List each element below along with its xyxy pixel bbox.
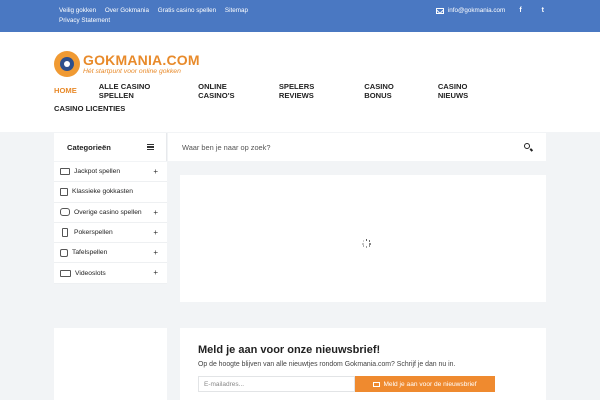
nav-item-casino-licenties[interactable]: CASINO LICENTIES <box>54 104 125 113</box>
sidebar-item-label: Tafelspellen <box>72 249 108 257</box>
sidebar-item-videoslots[interactable]: Videoslots + <box>54 263 167 284</box>
sidebar-item-label: Jackpot spellen <box>74 168 121 176</box>
nav-item-casino-bonus[interactable]: CASINO BONUS <box>364 82 416 100</box>
sidebar-item-label: Pokerspellen <box>74 229 113 237</box>
site-header: GOKMANIA.COM Hét startpunt voor online g… <box>0 32 600 132</box>
sidebar-item-klassieke-gokkasten[interactable]: Klassieke gokkasten <box>54 182 167 203</box>
sidebar-item-pokerspellen[interactable]: Pokerspellen + <box>54 223 167 244</box>
nav-item-alle-casino-spellen[interactable]: ALLE CASINO SPELLEN <box>99 82 176 100</box>
menu-icon[interactable] <box>147 144 154 150</box>
subscribe-button-label: Meld je aan voor de nieuwsbrief <box>383 380 477 388</box>
game-icon <box>60 208 70 217</box>
newsletter-title: Meld je aan voor onze nieuwsbrief! <box>198 344 381 356</box>
video-slot-icon <box>60 269 71 277</box>
top-link-gratis-casino-spellen[interactable]: Gratis casino spellen <box>158 6 216 16</box>
top-links: Veilig gokken Over Gokmania Gratis casin… <box>59 6 299 26</box>
subscribe-button[interactable]: Meld je aan voor de nieuwsbrief <box>355 376 495 392</box>
content-slider <box>180 175 546 302</box>
nav-item-spelers-reviews[interactable]: SPELERS REVIEWS <box>279 82 342 100</box>
search-icon[interactable] <box>524 143 530 149</box>
main-nav: HOME ALLE CASINO SPELLEN ONLINE CASINO'S… <box>54 82 514 115</box>
top-link-sitemap[interactable]: Sitemap <box>225 6 248 16</box>
categories-list: Jackpot spellen + Klassieke gokkasten Ov… <box>54 162 167 284</box>
magnifier-logo-icon <box>54 51 80 77</box>
site-logo[interactable]: GOKMANIA.COM Hét startpunt voor online g… <box>54 51 200 77</box>
search-bar <box>168 133 546 161</box>
top-contact: info@gokmania.com f t <box>435 7 544 14</box>
expand-icon[interactable]: + <box>153 167 158 176</box>
newsletter-text: Op de hoogte blijven van alle nieuwtjes … <box>198 361 456 368</box>
expand-icon[interactable]: + <box>153 268 158 277</box>
slot-machine-icon <box>60 187 68 196</box>
top-link-over-gokmania[interactable]: Over Gokmania <box>105 6 149 16</box>
nav-item-casino-nieuws[interactable]: CASINO NIEUWS <box>438 82 492 100</box>
contact-email[interactable]: info@gokmania.com <box>448 7 506 14</box>
expand-icon[interactable]: + <box>153 228 158 237</box>
card-icon <box>62 228 68 238</box>
expand-icon[interactable]: + <box>153 248 158 257</box>
categories-title: Categorieën <box>67 143 111 152</box>
email-field[interactable] <box>198 376 355 392</box>
newsletter-box: Meld je aan voor onze nieuwsbrief! Op de… <box>180 328 546 400</box>
top-link-veilig-gokken[interactable]: Veilig gokken <box>59 6 96 16</box>
sidebar-item-tafelspellen[interactable]: Tafelspellen + <box>54 243 167 264</box>
facebook-icon[interactable]: f <box>519 7 521 14</box>
top-bar: Veilig gokken Over Gokmania Gratis casin… <box>0 0 600 32</box>
loading-spinner-icon <box>362 239 371 248</box>
logo-name: GOKMANIA.COM <box>83 51 200 68</box>
logo-tagline: Hét startpunt voor online gokken <box>83 67 181 75</box>
jackpot-icon <box>60 168 70 176</box>
sidebar-item-label: Videoslots <box>75 269 106 277</box>
nav-item-online-casinos[interactable]: ONLINE CASINO'S <box>198 82 257 100</box>
categories-header: Categorieën <box>54 133 167 161</box>
envelope-icon <box>373 381 381 387</box>
twitter-icon[interactable]: t <box>542 7 544 14</box>
sidebar-item-overige-casino-spellen[interactable]: Overige casino spellen + <box>54 203 167 223</box>
sidebar-item-label: Klassieke gokkasten <box>72 188 133 196</box>
newsletter-left-panel <box>54 328 167 400</box>
expand-icon[interactable]: + <box>153 208 158 217</box>
mail-icon <box>435 7 444 14</box>
top-link-privacy-statement[interactable]: Privacy Statement <box>59 16 110 26</box>
nav-item-home[interactable]: HOME <box>54 86 77 95</box>
search-input[interactable] <box>182 140 502 154</box>
sidebar-item-jackpot-spellen[interactable]: Jackpot spellen + <box>54 162 167 183</box>
sidebar-item-label: Overige casino spellen <box>74 208 142 216</box>
dice-icon <box>60 248 68 257</box>
